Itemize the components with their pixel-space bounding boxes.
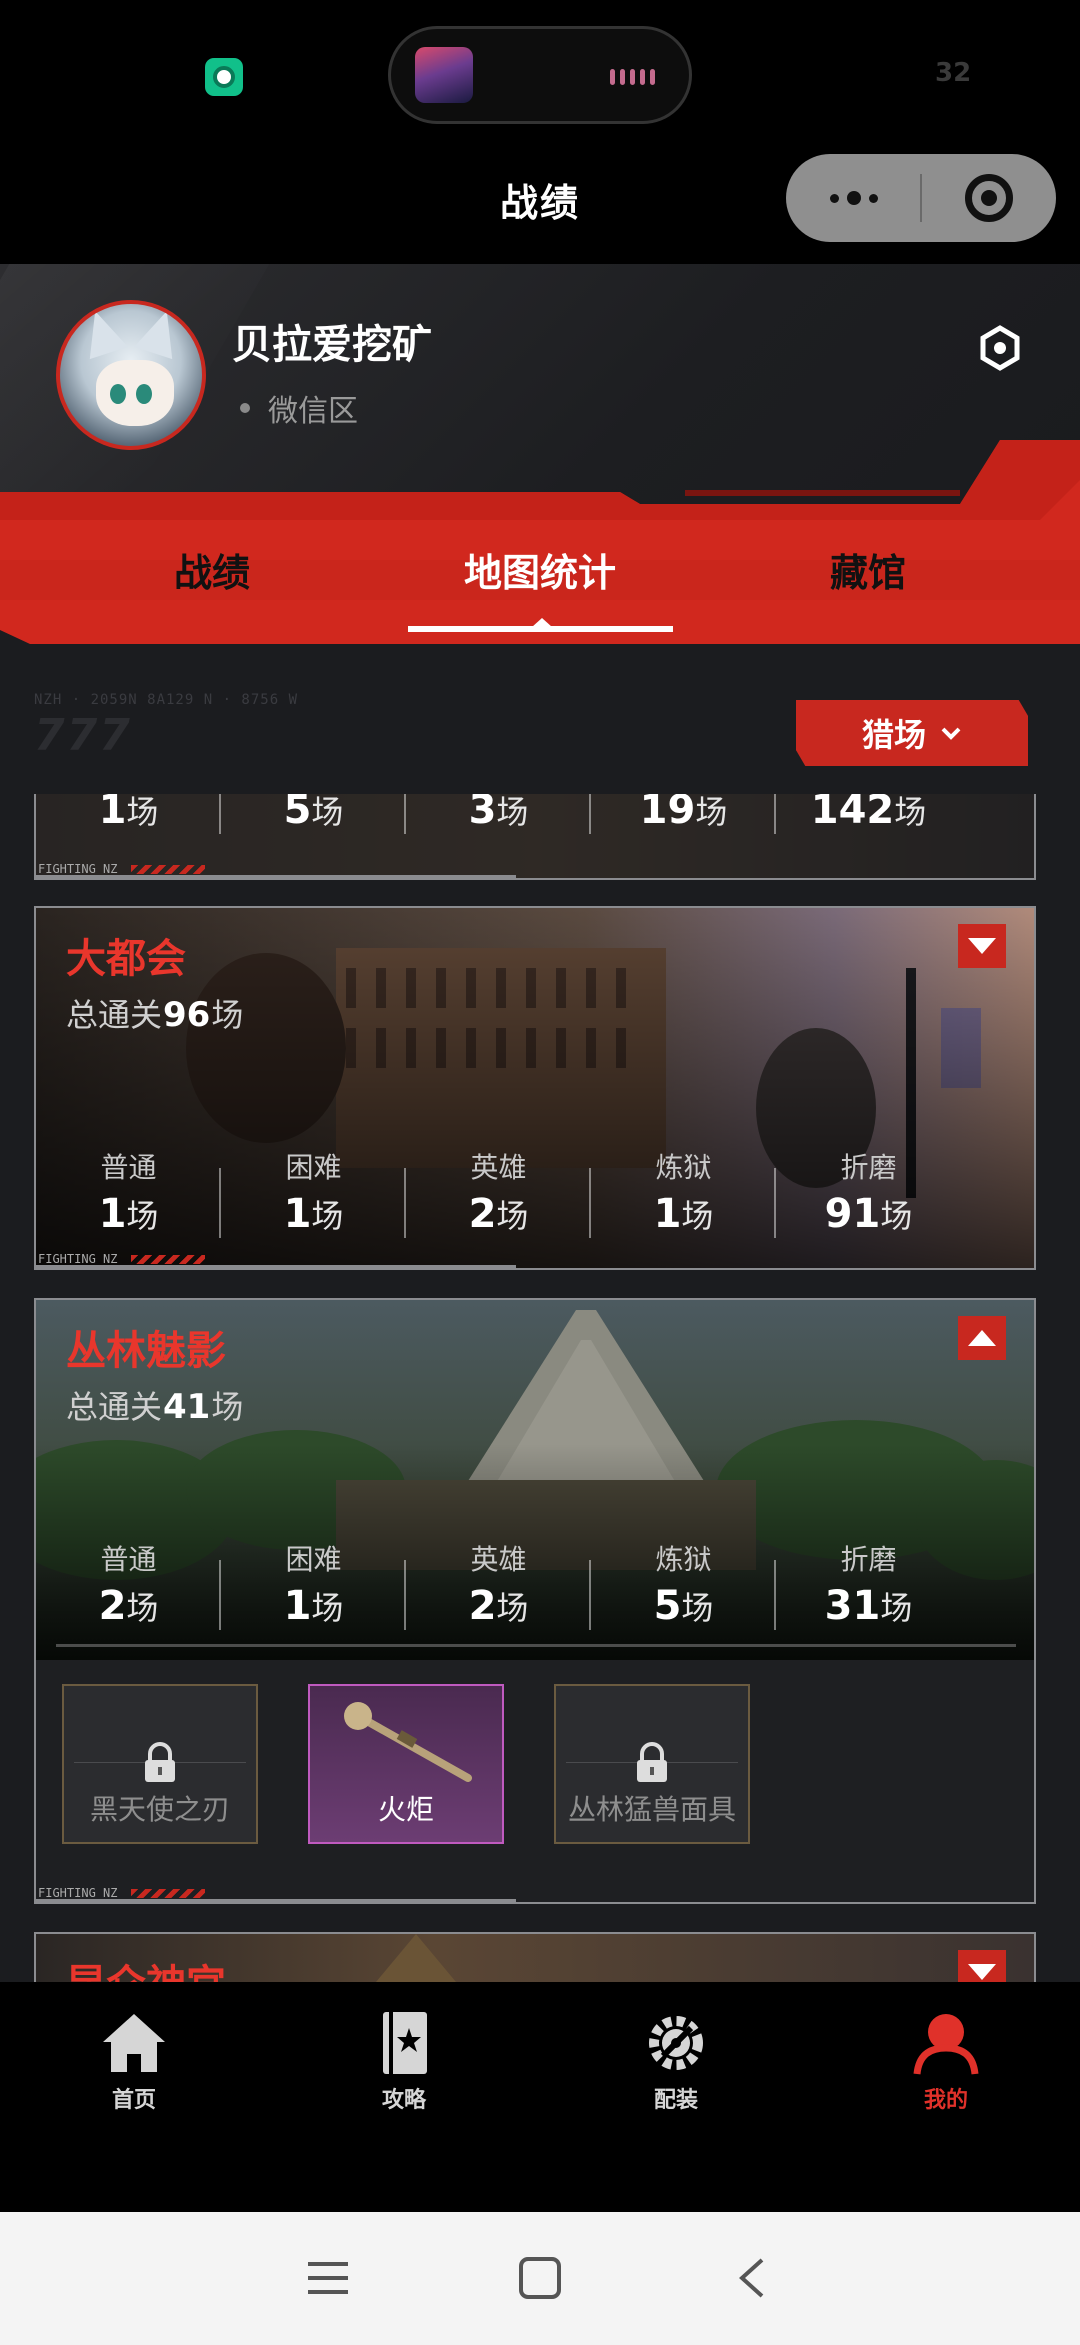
stat-inferno: 炼狱 1场 xyxy=(591,1148,776,1268)
triangle-down-icon xyxy=(968,938,996,954)
avatar[interactable] xyxy=(56,300,206,450)
wrench-gear-icon xyxy=(649,2016,703,2070)
lock-icon xyxy=(637,1742,667,1782)
collapse-toggle[interactable] xyxy=(958,1316,1006,1360)
system-navigation-bar xyxy=(0,2212,1080,2345)
settings-hexagon-icon[interactable] xyxy=(976,324,1024,372)
region-text: 微信区 xyxy=(268,394,358,429)
filter-label: 猎场 xyxy=(861,716,926,754)
stat-inferno: 炼狱 5场 xyxy=(591,1540,776,1660)
status-bar: 32 xyxy=(0,0,1080,150)
miniprogram-capsule xyxy=(786,154,1056,242)
map-total-clears: 总通关 41 场 xyxy=(66,1387,244,1427)
nav-loadout[interactable]: 配装 xyxy=(596,2010,756,2114)
back-chevron-icon xyxy=(739,2258,764,2298)
stat-normal: 普通1场 xyxy=(36,794,221,864)
map-card: 普通1场 困难5场 英雄3场 炼狱19场 折磨142场 FIGHTING_NZ xyxy=(34,794,1036,880)
lock-icon xyxy=(145,1742,175,1782)
square-icon xyxy=(519,2257,561,2299)
guide-book-icon xyxy=(383,2012,427,2074)
reward-name: 黑天使之刃 xyxy=(89,1793,230,1826)
reward-name: 火炬 xyxy=(377,1793,434,1826)
triangle-up-icon xyxy=(968,1330,996,1346)
music-app-icon xyxy=(205,58,243,96)
back-button[interactable] xyxy=(722,2252,782,2304)
map-total-clears: 总通关 96 场 xyxy=(66,995,244,1035)
nav-profile[interactable]: 我的 xyxy=(866,2010,1026,2114)
close-miniprogram-button[interactable] xyxy=(921,154,1056,242)
decor-code: 777 xyxy=(34,710,132,761)
tab-collection[interactable]: 藏馆 xyxy=(728,542,1008,597)
region-label: 微信区 xyxy=(240,386,358,430)
map-name: 昆仑神宫 xyxy=(66,1952,226,1982)
user-icon xyxy=(913,2014,979,2075)
target-icon xyxy=(964,174,1013,222)
album-art xyxy=(415,47,473,103)
home-icon xyxy=(103,2014,165,2072)
map-card-jungle[interactable]: 丛林魅影 总通关 41 场 普通 2场 困难 1场 英雄 2场 炼狱 5场 折磨 31场 黑天… xyxy=(34,1298,1036,1904)
title-bar: 战绩 xyxy=(0,150,1080,264)
stat-hero: 英雄3场 xyxy=(406,794,591,864)
bottom-navigation: 首页 攻略 配装 我的 xyxy=(0,1982,1080,2212)
nav-label: 我的 xyxy=(923,2088,968,2113)
stat-hero: 英雄 2场 xyxy=(406,1540,591,1660)
map-card-kunlun[interactable]: 昆仑神宫 xyxy=(34,1932,1036,1982)
reward-list: 黑天使之刃 火炬 丛林猛兽面具 xyxy=(62,1684,1012,1848)
dynamic-island-media[interactable] xyxy=(388,26,692,124)
status-signal-text: 32 xyxy=(935,58,972,88)
reward-item-unlocked[interactable]: 火炬 xyxy=(308,1684,504,1844)
nav-guide[interactable]: 攻略 xyxy=(324,2010,484,2114)
menu-icon xyxy=(308,2262,348,2294)
torch-weapon-icon xyxy=(344,1702,472,1782)
reward-item-locked[interactable]: 丛林猛兽面具 xyxy=(554,1684,750,1844)
decor-coordinates: NZH · 2059N 8A129 N · 8756 W xyxy=(34,692,299,708)
stat-torment: 折磨 31场 xyxy=(824,1543,913,1629)
username: 贝拉爱挖矿 xyxy=(232,322,432,368)
map-name: 大都会 xyxy=(66,936,186,982)
stat-torment: 折磨 91场 xyxy=(824,1151,913,1237)
mode-filter-dropdown[interactable]: 猎场 xyxy=(796,700,1028,766)
audio-wave-icon xyxy=(610,69,655,85)
nav-label: 首页 xyxy=(111,2088,156,2113)
nav-label: 配装 xyxy=(653,2088,698,2113)
tab-battle-record[interactable]: 战绩 xyxy=(72,542,352,597)
tab-bar: 战绩 地图统计 藏馆 xyxy=(0,440,1080,644)
triangle-down-icon xyxy=(968,1964,996,1980)
chevron-down-icon xyxy=(941,727,961,740)
stat-torment: 折磨142场 xyxy=(810,794,927,833)
reward-item-locked[interactable]: 黑天使之刃 xyxy=(62,1684,258,1844)
stat-hard: 困难 1场 xyxy=(221,1540,406,1660)
tab-map-stats[interactable]: 地图统计 xyxy=(400,542,680,597)
reward-name: 丛林猛兽面具 xyxy=(567,1793,736,1826)
home-button[interactable] xyxy=(510,2252,570,2304)
more-button[interactable] xyxy=(786,154,921,242)
stat-inferno: 炼狱19场 xyxy=(591,794,776,864)
menu-button[interactable] xyxy=(298,2252,358,2304)
map-list[interactable]: 普通1场 困难5场 英雄3场 炼狱19场 折磨142场 FIGHTING_NZ xyxy=(0,794,1080,1982)
nav-home[interactable]: 首页 xyxy=(54,2010,214,2114)
map-card-metropolis[interactable]: 大都会 总通关 96 场 普通 1场 困难 1场 英雄 2场 炼狱 1场 折磨 91场 FIG… xyxy=(34,906,1036,1270)
map-name: 丛林魅影 xyxy=(66,1328,226,1374)
expand-toggle[interactable] xyxy=(958,1950,1006,1982)
nav-label: 攻略 xyxy=(381,2088,426,2113)
stat-hard: 困难5场 xyxy=(221,794,406,864)
expand-toggle[interactable] xyxy=(958,924,1006,968)
stat-normal: 普通 2场 xyxy=(36,1540,221,1660)
map-stats-panel: NZH · 2059N 8A129 N · 8756 W 777 猎场 普通1场… xyxy=(0,644,1080,1982)
